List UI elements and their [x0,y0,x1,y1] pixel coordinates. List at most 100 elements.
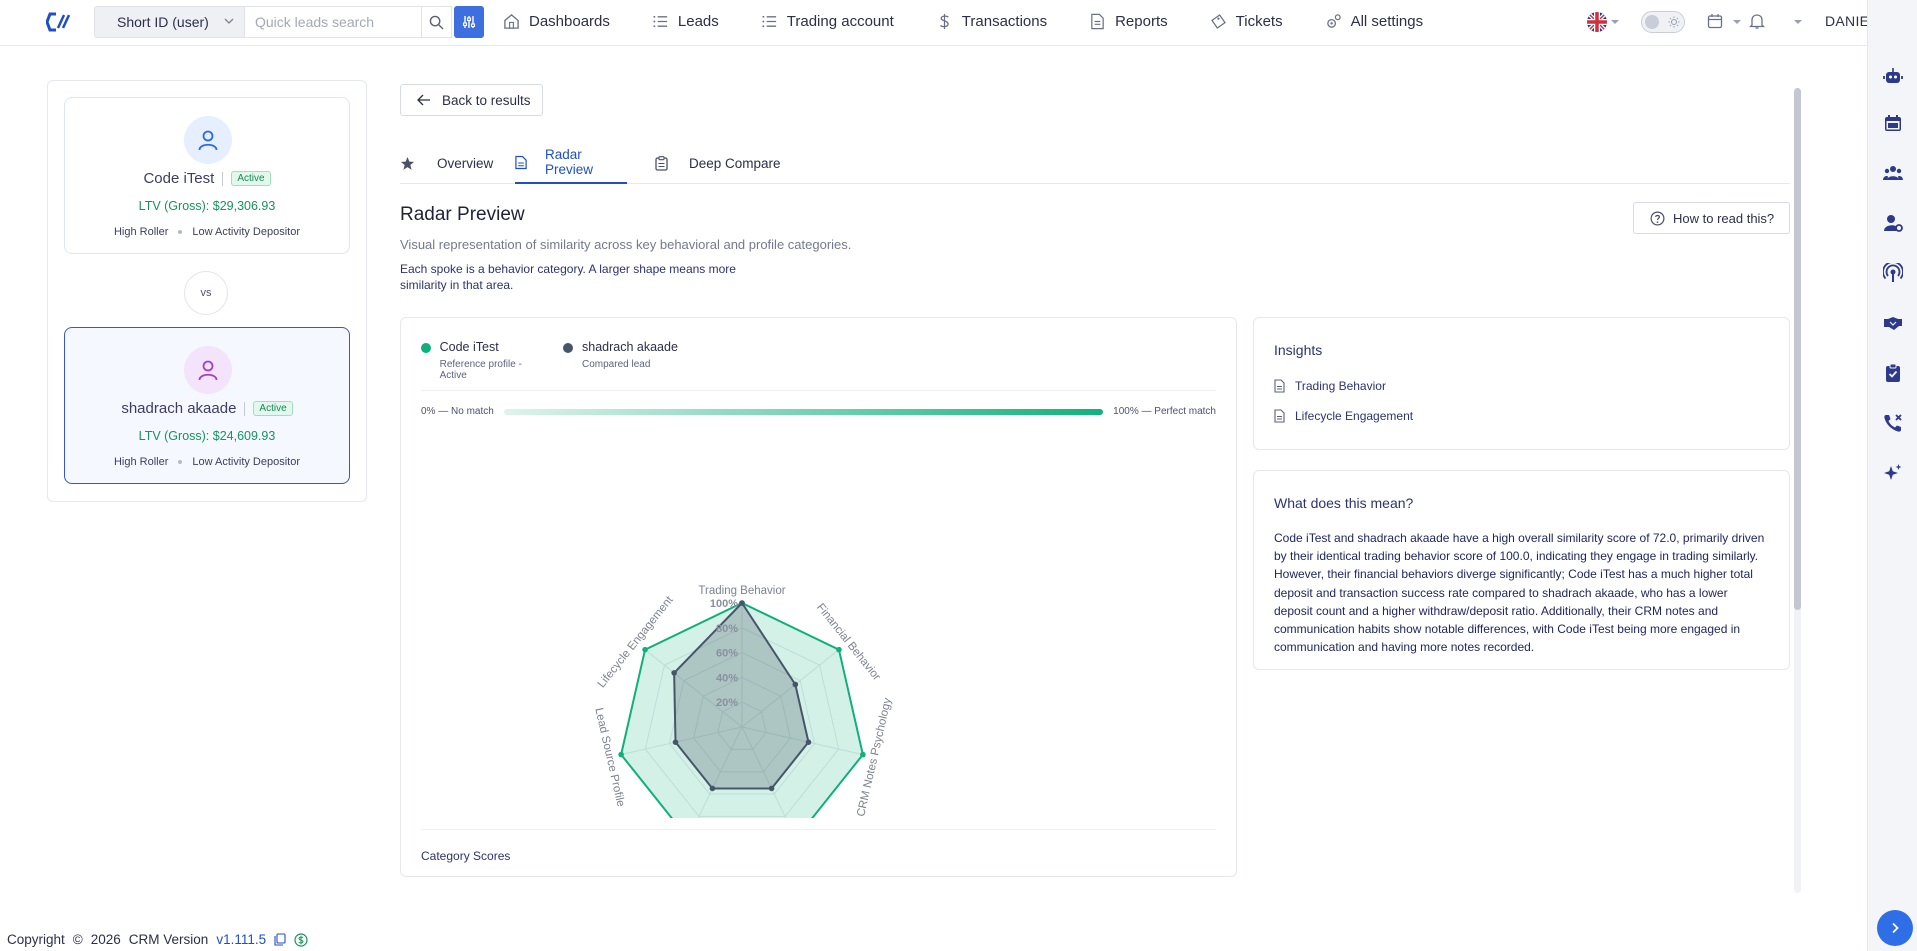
legend-dot [563,343,573,353]
vs-badge: vs [184,271,228,315]
compared-lead-card[interactable]: shadrach akaade Active LTV (Gross): $24,… [64,327,350,484]
scale-min-label: 0% — No match [421,406,494,417]
copy-icon[interactable] [274,933,286,946]
tab-overview[interactable]: Overview [400,142,493,184]
handshake-icon[interactable] [1883,313,1903,333]
chevron-down-icon[interactable] [1794,18,1802,26]
nav-dashboards[interactable]: Dashboards [503,13,610,30]
copyright-label: Copyright [7,932,65,947]
filter-button[interactable] [454,6,484,38]
broadcast-icon[interactable] [1883,263,1903,283]
tag: High Roller [113,226,169,238]
nav-label: Tickets [1235,12,1283,30]
legend-name: Code iTest [439,340,499,354]
nav-label: All settings [1350,12,1424,30]
insight-item[interactable]: Lifecycle Engagement [1274,409,1413,423]
right-rail [1867,0,1917,951]
radar-point [618,751,624,758]
lead-name-row: shadrach akaade Active [65,400,349,417]
sun-icon [1668,16,1680,28]
nav-label: Reports [1115,12,1168,30]
tab-label: Deep Compare [689,155,781,171]
robot-icon[interactable] [1883,66,1903,86]
avatar [184,116,232,164]
document-icon [515,155,527,169]
dollar-icon [939,13,949,29]
radar-chart: 20%40%60%80%100%Trading BehaviorFinancia… [592,585,894,818]
divider [244,401,246,416]
scrollbar[interactable] [1794,88,1801,893]
radar-point [642,646,648,653]
legend-sub: Compared lead [582,359,651,370]
radar-tick-label: 60% [716,648,738,660]
document-icon [1274,409,1285,423]
phone-missed-icon[interactable] [1883,413,1903,433]
radar-point [860,751,866,758]
user-settings-icon[interactable] [1883,213,1903,233]
legend: Code iTest Reference profile - Active sh… [421,340,678,381]
clipboard-icon [655,155,668,171]
footer: Copyright © 2026 CRM Version v1.111.5 [7,932,308,947]
tag: Low Activity Depositor [192,226,301,238]
nav-trading-account[interactable]: Trading account [761,13,894,30]
tab-label: Overview [437,155,494,171]
dollar-circle-icon[interactable] [294,932,308,947]
search-type-select[interactable]: Short ID (user) [94,6,245,38]
back-to-results-button[interactable]: Back to results [400,84,543,116]
lead-tags: High Roller Low Activity Depositor [65,226,349,238]
radar-point [805,739,812,745]
compare-panel: Code iTest Active LTV (Gross): $29,306.9… [47,80,367,502]
status-badge: Active [253,401,293,416]
radar-tick-label: 40% [716,672,738,684]
radar-card: Code iTest Reference profile - Active sh… [400,317,1237,877]
top-bar: Short ID (user) Dashboards Leads Trading… [0,0,1877,46]
radar-point [739,600,745,606]
copyright-symbol: © [72,932,83,947]
page-title: Radar Preview [400,204,525,225]
language-flag-icon[interactable] [1587,12,1607,32]
insights-card: Insights Trading Behavior Lifecycle Enga… [1253,317,1790,450]
reference-lead-card[interactable]: Code iTest Active LTV (Gross): $29,306.9… [64,97,350,254]
nav-reports[interactable]: Reports [1089,13,1168,30]
toggle-knob [1645,15,1659,29]
home-icon [504,13,519,29]
quick-search: Short ID (user) [94,6,484,38]
clipboard-check-icon[interactable] [1883,363,1903,383]
bell-icon[interactable] [1749,13,1765,30]
chevron-down-icon[interactable] [1611,18,1619,26]
nav-transactions[interactable]: Transactions [936,13,1047,30]
category-scores-title: Category Scores [421,849,511,863]
radar-point [671,670,677,676]
meaning-title: What does this mean? [1274,495,1414,511]
tab-radar-preview[interactable]: Radar Preview [515,142,627,184]
how-to-read-button[interactable]: How to read this? [1633,202,1790,234]
lead-name: Code iTest [143,170,215,187]
calendar-icon[interactable] [1707,13,1723,29]
expand-panel-button[interactable] [1877,910,1913,946]
users-icon[interactable] [1883,163,1903,183]
sparkles-icon[interactable] [1883,463,1903,483]
tabs: Overview Radar Preview Deep Compare [400,142,1790,184]
radar-point [768,785,775,792]
nav-all-settings[interactable]: All settings [1325,12,1424,30]
logo-icon[interactable] [46,12,70,32]
nav-tickets[interactable]: Tickets [1210,13,1283,30]
lead-tags: High Roller Low Activity Depositor [65,456,349,468]
chevron-down-icon[interactable] [1733,18,1741,26]
tab-deep-compare[interactable]: Deep Compare [655,142,781,184]
list-icon [762,15,776,27]
ticket-icon [1210,13,1226,29]
scale-max-label: 100% — Perfect match [1113,406,1216,417]
tag: Low Activity Depositor [192,456,301,468]
insight-item[interactable]: Trading Behavior [1274,379,1386,393]
theme-toggle[interactable] [1641,11,1685,33]
help-circle-icon [1650,211,1665,225]
search-input[interactable] [245,6,422,38]
calendar-icon[interactable] [1883,113,1903,133]
nav-leads[interactable]: Leads [652,13,719,30]
scrollbar-thumb[interactable] [1794,88,1801,610]
search-button[interactable] [422,6,452,38]
list-icon [653,15,668,27]
radar-point [836,646,842,653]
document-icon [1091,13,1104,29]
